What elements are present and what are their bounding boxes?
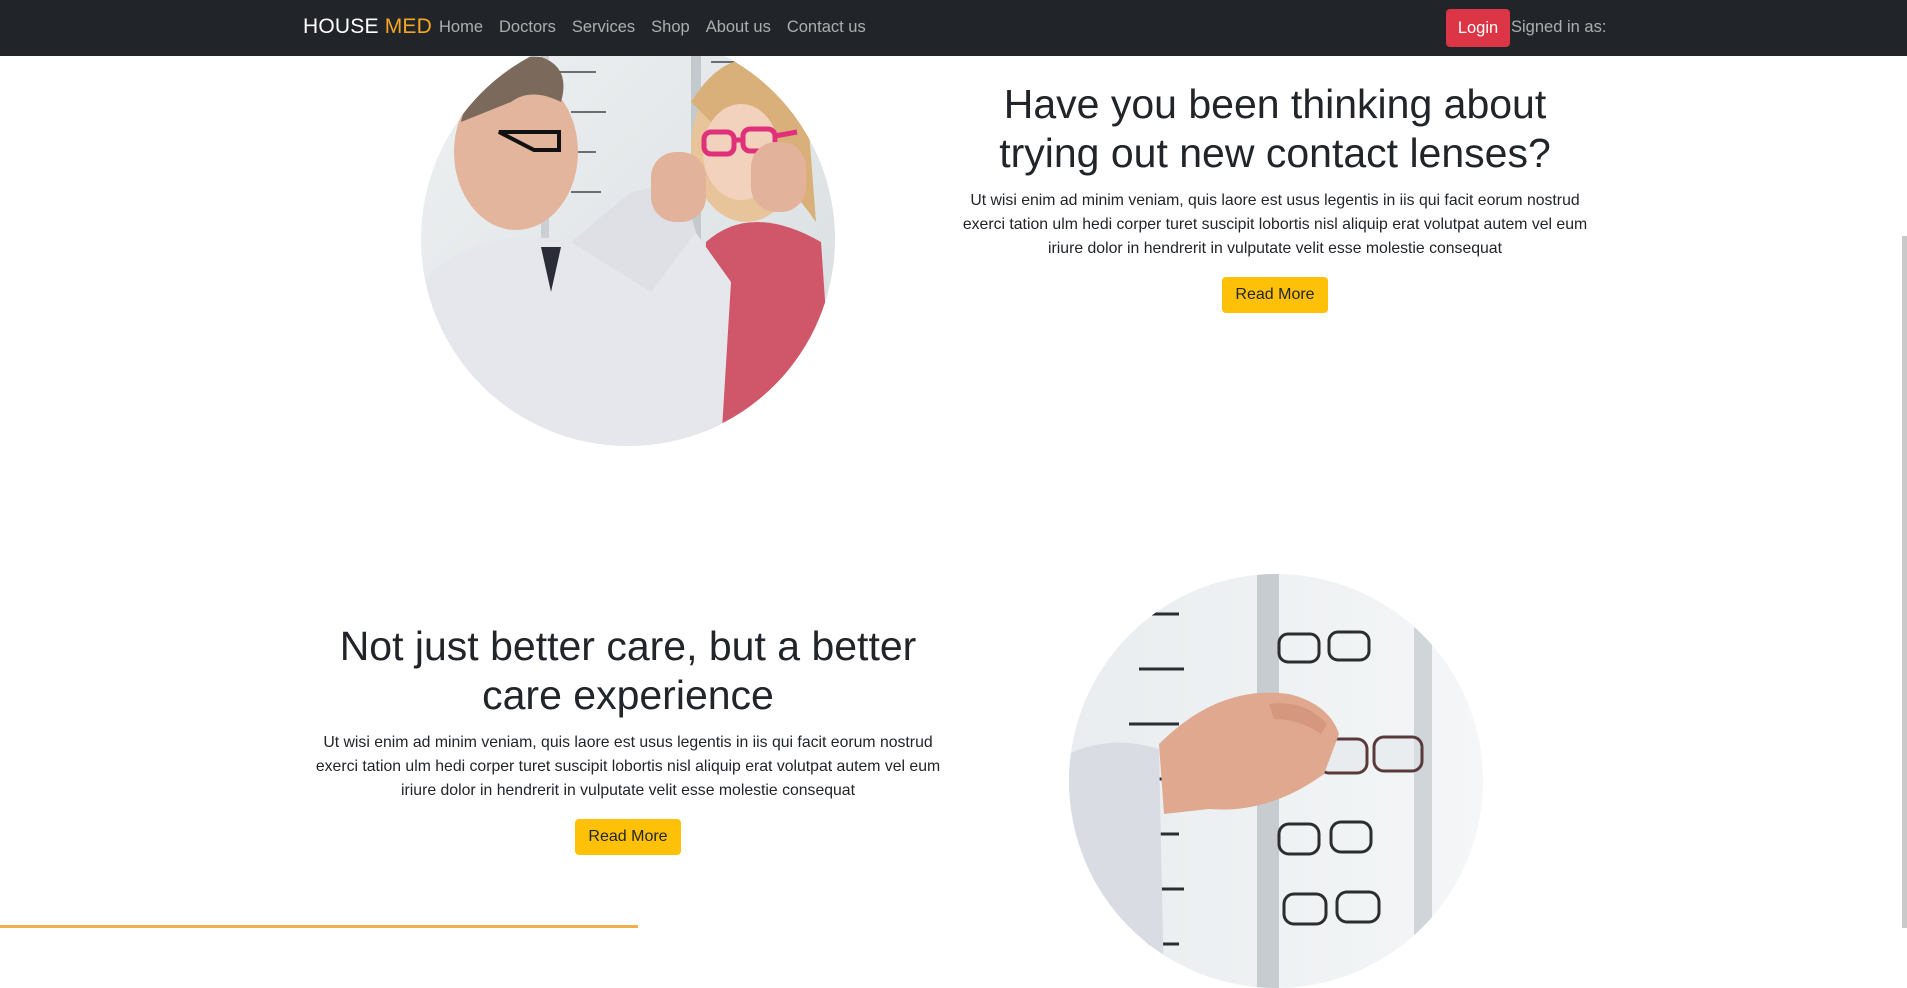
page-scrollbar[interactable] (1902, 236, 1907, 928)
brand-name-accent: MED (384, 15, 432, 38)
feature-title: Not just better care, but a better care … (302, 622, 954, 720)
feature-title-line-1: Have you been thinking about (1003, 81, 1547, 127)
brand-logo[interactable]: HOUSE MED (303, 15, 432, 39)
read-more-button[interactable]: Read More (575, 819, 681, 855)
feature-title-line-1: Not just better care, but a better (339, 623, 917, 669)
read-more-button[interactable]: Read More (1222, 277, 1328, 313)
top-navbar: HOUSE MED Home Doctors Services Shop Abo… (0, 0, 1907, 56)
nav-link-contact-us[interactable]: Contact us (787, 18, 866, 37)
feature-description: Ut wisi enim ad minim veniam, quis laore… (315, 734, 941, 799)
brand-name: HOUSE (303, 15, 379, 38)
eyeglasses-display-image (1069, 574, 1483, 988)
optician-fitting-glasses-image (421, 32, 835, 446)
nav-link-home[interactable]: Home (439, 18, 483, 37)
feature-title: Have you been thinking about trying out … (950, 80, 1600, 178)
nav-link-doctors[interactable]: Doctors (499, 18, 556, 37)
feature-title-line-2: trying out new contact lenses? (999, 130, 1551, 176)
login-button[interactable]: Login (1446, 9, 1510, 47)
nav-link-services[interactable]: Services (572, 18, 635, 37)
contact-lenses-feature: Have you been thinking about trying out … (950, 80, 1600, 313)
nav-links: Home Doctors Services Shop About us Cont… (439, 18, 882, 37)
better-care-feature: Not just better care, but a better care … (302, 622, 954, 855)
nav-link-about-us[interactable]: About us (706, 18, 771, 37)
nav-link-shop[interactable]: Shop (651, 18, 690, 37)
feature-description: Ut wisi enim ad minim veniam, quis laore… (962, 192, 1588, 257)
signed-in-label: Signed in as: (1511, 18, 1607, 36)
feature-title-line-2: care experience (482, 672, 774, 718)
